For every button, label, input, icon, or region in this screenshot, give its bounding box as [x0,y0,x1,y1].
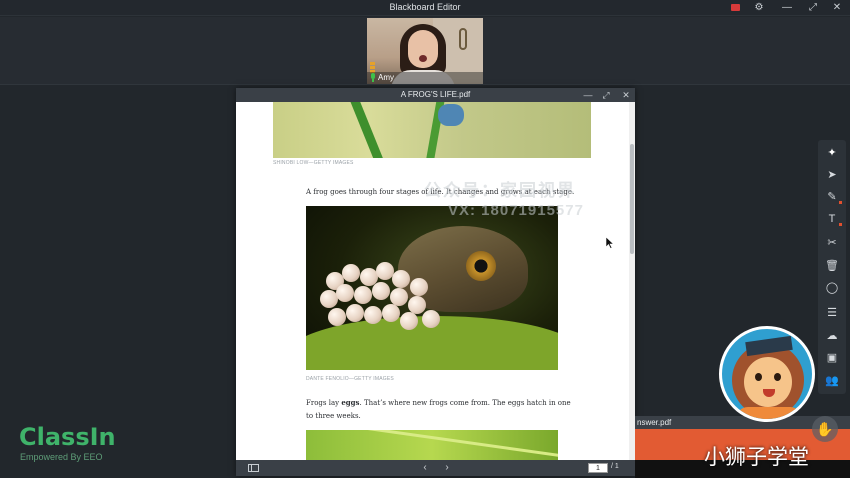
select-tool-icon[interactable]: ➤ [818,164,846,186]
frog-stem-image [273,102,591,158]
title-bar: Blackboard Editor ⚙ — ⤢ ✕ [0,0,850,16]
lion-mascot-logo [719,326,815,422]
maximize-button[interactable]: ⤢ [806,1,820,14]
cloud-drive-icon[interactable]: ☁ [818,325,846,347]
watermark-line2: VX: 18071915577 [448,202,584,219]
laser-pointer-icon[interactable]: ✦ [818,142,846,164]
prev-page-button[interactable]: ‹ [419,461,431,475]
pen-tool-icon[interactable]: ✎ [818,186,846,208]
record-button[interactable] [728,1,742,14]
whiteboard-toolbar: ✦ ➤ ✎ T ✂ 🗑 ◯ ☰ ☁ ▣ 👥 [818,140,846,394]
students-icon[interactable]: 👥 [818,370,846,392]
paragraph-eggs: Frogs lay eggs. That’s where new frogs c… [306,398,571,420]
page-number-input[interactable]: 1 [588,463,608,473]
leaf-image [306,430,558,460]
next-page-button[interactable]: › [441,461,453,475]
pdf-footer: ‹ › 1 / 1 [236,460,635,476]
eraser-icon[interactable]: 🗑 [818,255,846,277]
chat-icon[interactable]: ☰ [818,302,846,324]
text-tool-icon[interactable]: T [818,208,846,230]
brand-name: 小狮子学堂 [704,445,809,469]
pdf-minimize-button[interactable]: — [582,89,594,101]
pdf-maximize-button[interactable]: ⤢ [600,89,612,101]
frog-eggs-image [306,206,558,370]
toolbox-icon[interactable]: ▣ [818,347,846,369]
scrollbar-thumb[interactable] [630,144,634,254]
page-total: / 1 [611,463,619,470]
participant-name: Amy [378,73,394,82]
pdf-title: A FROG'S LIFE.pdf [400,90,471,99]
shapes-icon[interactable]: ◯ [818,277,846,299]
mouse-cursor-icon [606,237,614,249]
answer-title: nswer.pdf [637,418,672,427]
classroom-app: Blackboard Editor ⚙ — ⤢ ✕ Amy A FROG'S L… [0,0,850,478]
settings-button[interactable]: ⚙ [752,1,766,14]
raise-hand-icon[interactable]: ✋ [812,416,838,442]
sidebar-toggle-icon[interactable] [248,464,259,472]
close-button[interactable]: ✕ [830,1,844,14]
pdf-title-bar[interactable]: A FROG'S LIFE.pdf — ⤢ ✕ [236,88,635,102]
pdf-close-button[interactable]: ✕ [620,89,632,101]
pdf-page[interactable]: SHINOBI LOW—GETTY IMAGES A frog goes thr… [236,102,629,460]
caption-frog: DANTE FENOLIO—GETTY IMAGES [306,376,394,382]
minimize-button[interactable]: — [780,1,794,14]
video-tile[interactable]: Amy [367,18,483,84]
pdf-window[interactable]: A FROG'S LIFE.pdf — ⤢ ✕ SHINOBI LOW—GETT… [236,88,635,476]
classin-tagline: Empowered By EEO [20,452,103,462]
scissors-icon[interactable]: ✂ [818,232,846,254]
video-name-bar: Amy [367,72,483,84]
microphone-icon [370,73,376,83]
caption-top: SHINOBI LOW—GETTY IMAGES [273,160,354,166]
watermark-line1: 公众号：家园视界 [424,181,576,200]
app-title: Blackboard Editor [389,2,461,12]
classin-logo: ClassIn [19,423,116,451]
record-icon [730,4,740,11]
